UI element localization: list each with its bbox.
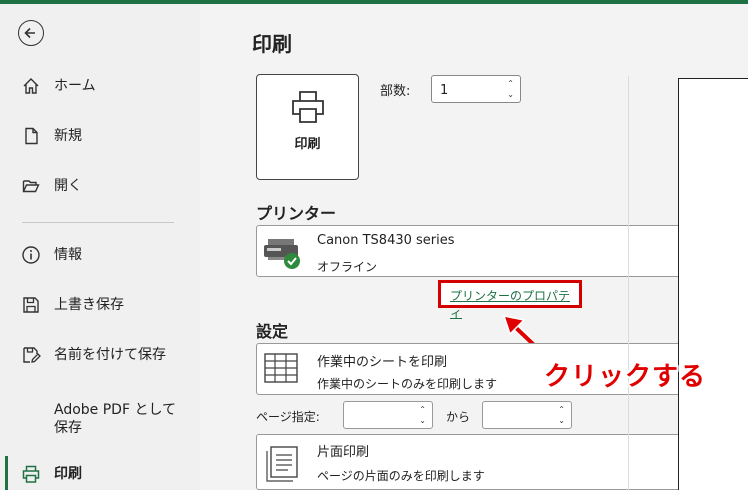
sides-description: ページの片面のみを印刷します [317, 469, 485, 483]
page-range-to-label: から [446, 410, 471, 424]
nav-item-open[interactable]: 開く [0, 166, 200, 206]
page-range-label: ページ指定: [256, 410, 320, 424]
nav-label-print: 印刷 [54, 466, 82, 482]
nav-item-save[interactable]: 上書き保存 [0, 285, 200, 325]
nav-item-adobe-pdf[interactable]: Adobe PDF として保存 [0, 394, 200, 444]
print-sides-dropdown[interactable]: 片面印刷 ページの片面のみを印刷します ⌄ [256, 434, 748, 490]
settings-heading: 設定 [256, 322, 289, 341]
printer-dropdown[interactable]: Canon TS8430 series オフライン ⌄ [256, 225, 748, 277]
back-arrow-icon [24, 27, 35, 39]
save-as-icon [20, 344, 42, 366]
nav-label-save-as: 名前を付けて保存 [54, 347, 166, 363]
copies-value: 1 [440, 83, 449, 98]
spin-arrows-icon[interactable]: ⌃ ⌄ [507, 78, 514, 100]
print-pane: 印刷 印刷 部数: 1 ⌃⌄ プリンター i Canon TS8430 seri… [200, 4, 748, 490]
spin-arrows-icon[interactable]: ⌃ ⌄ [419, 404, 426, 426]
folder-open-icon [20, 175, 42, 197]
scope-description: 作業中のシートのみを印刷します [317, 377, 498, 391]
nav-separator [22, 222, 174, 223]
spin-arrows-icon[interactable]: ⌃ ⌄ [558, 404, 565, 426]
copies-label: 部数: [380, 84, 411, 99]
scope-title: 作業中のシートを印刷 [317, 355, 448, 370]
print-button[interactable]: 印刷 [256, 74, 359, 180]
print-button-label: 印刷 [294, 137, 321, 152]
annotation-callout: クリックする [544, 362, 707, 392]
nav-label-adobe-pdf: Adobe PDF として保存 [54, 402, 177, 436]
nav-label-new: 新規 [54, 128, 82, 144]
printer-device-icon [264, 239, 300, 269]
new-document-icon [20, 125, 42, 147]
print-preview-page [678, 78, 748, 490]
info-icon [20, 244, 42, 266]
nav-item-save-as[interactable]: 名前を付けて保存 [0, 335, 200, 375]
backstage-sidebar: ホーム 新規 開く 情報 上書き保存 名前を付けて保存 Adobe PDF とし… [0, 4, 200, 490]
pane-divider [628, 76, 629, 490]
nav-item-home[interactable]: ホーム [0, 66, 200, 106]
page-to-input[interactable]: ⌃ ⌄ [482, 401, 572, 429]
sheet-grid-icon [264, 353, 298, 383]
nav-label-save: 上書き保存 [54, 297, 124, 313]
nav-label-home: ホーム [54, 78, 96, 94]
printer-name: Canon TS8430 series [317, 233, 455, 248]
one-sided-page-icon [266, 446, 298, 482]
nav-item-print[interactable]: 印刷 [0, 454, 200, 490]
nav-item-new[interactable]: 新規 [0, 116, 200, 156]
printer-properties-highlight: プリンターのプロパティ [438, 280, 582, 320]
home-icon [20, 75, 42, 97]
nav-label-open: 開く [54, 178, 82, 194]
printer-status: オフライン [317, 260, 378, 274]
back-button[interactable] [18, 20, 44, 46]
copies-stepper[interactable]: 1 ⌃ ⌄ [431, 75, 521, 103]
page-from-input[interactable]: ⌃ ⌄ [343, 401, 433, 429]
printer-icon [20, 463, 42, 485]
page-title: 印刷 [252, 32, 292, 56]
save-icon [20, 294, 42, 316]
printer-heading: プリンター [256, 204, 337, 223]
sides-title: 片面印刷 [317, 445, 370, 460]
nav-label-info: 情報 [54, 247, 82, 263]
nav-item-info[interactable]: 情報 [0, 235, 200, 275]
printer-icon [292, 91, 324, 123]
